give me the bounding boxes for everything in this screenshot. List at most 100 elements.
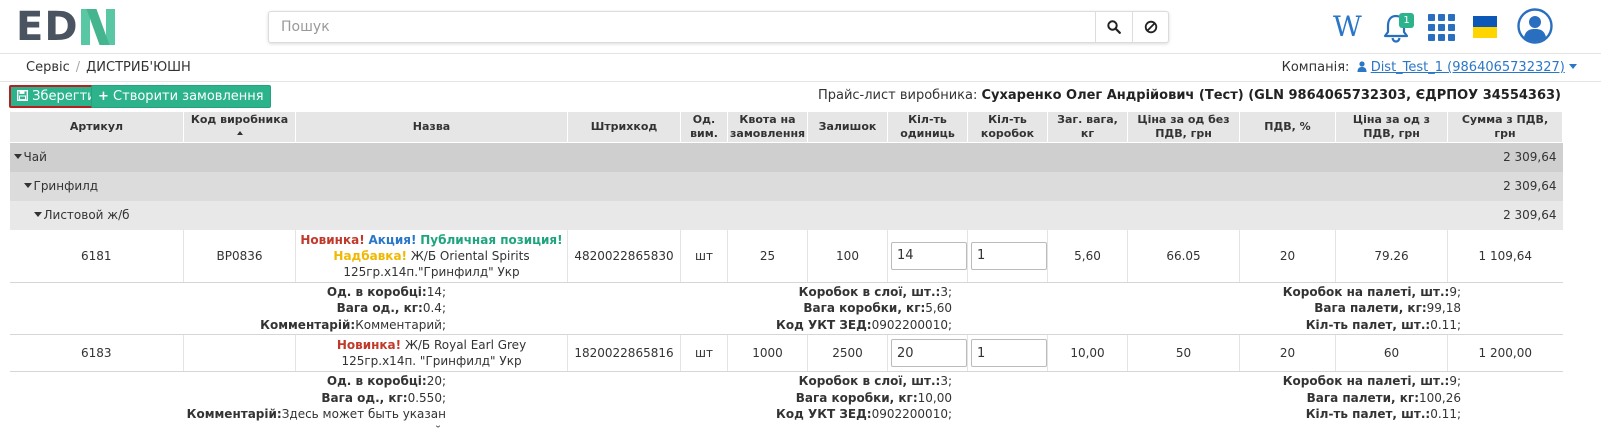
breadcrumb-bar: Сервіс / ДИСТРИБ'ЮШН Компанія: Dist_Test_1… [0, 55, 1601, 82]
qty-boxes-input[interactable] [971, 339, 1047, 367]
col-quota[interactable]: Квота на замовлення [727, 111, 808, 143]
company-dropdown-link[interactable]: Dist_Test_1 (9864065732327) [1371, 60, 1565, 75]
cell-sum-vat: 1 109,64 [1447, 229, 1563, 283]
details-col-3: Коробок на палеті, шт.:9; Вага палети, к… [1282, 374, 1461, 421]
notifications-button[interactable]: 1 [1381, 10, 1417, 46]
toolbar: Зберегти + Створити замовлення Прайс-лис… [0, 82, 1601, 110]
user-avatar-icon[interactable] [1517, 8, 1553, 44]
col-price-no-vat[interactable]: Ціна за од без ПДВ, грн [1127, 111, 1240, 143]
ukraine-flag-icon[interactable] [1473, 16, 1497, 38]
col-qty-boxes[interactable]: Кіл-ть коробок [967, 111, 1048, 143]
cell-vat: 20 [1239, 334, 1336, 372]
breadcrumb: Сервіс / ДИСТРИБ'ЮШН [26, 60, 191, 75]
caret-down-icon[interactable] [23, 183, 32, 188]
cell-maker-code: BP0836 [183, 229, 296, 283]
caret-down-icon[interactable] [13, 154, 22, 160]
col-sum-vat[interactable]: Сумма з ПДВ, грн [1447, 111, 1563, 143]
cell-price-vat: 60 [1335, 334, 1448, 372]
table-row: 6181 BP0836 Новинка! Акция! Публичная по… [9, 229, 1563, 283]
group-sum: 2 309,64 [1447, 142, 1563, 172]
company-label: Компанія: [1281, 60, 1350, 75]
cell-qty-units [887, 334, 968, 372]
create-order-label: Створити замовлення [113, 89, 264, 104]
new-badge: Новинка! [300, 232, 365, 247]
edin-logo[interactable]: ED [16, 4, 118, 50]
qty-boxes-input[interactable] [971, 241, 1047, 270]
group-row-tea[interactable]: Чай 2 309,64 [9, 142, 1563, 172]
table-header-row: Артикул Код виробника Назва Штрихкод Од.… [9, 111, 1563, 143]
cell-barcode: 1820022865816 [567, 334, 681, 372]
cell-price-vat: 79.26 [1335, 229, 1448, 283]
cell-maker-code [183, 334, 296, 372]
apps-grid-icon[interactable] [1428, 14, 1455, 41]
products-table: Артикул Код виробника Назва Штрихкод Од.… [9, 111, 1563, 428]
logo-mark [80, 9, 118, 45]
qty-units-input[interactable] [891, 241, 967, 270]
cell-weight: 5,60 [1047, 229, 1128, 283]
new-badge: Новинка! [336, 338, 402, 352]
search-icon [1107, 20, 1121, 34]
cell-barcode: 4820022865830 [567, 229, 681, 283]
cell-sum-vat: 1 200,00 [1447, 334, 1563, 372]
group-row-brand[interactable]: Гринфилд 2 309,64 [9, 171, 1563, 201]
breadcrumb-item-distribution: ДИСТРИБ'ЮШН [86, 60, 191, 75]
cell-unit: шт [680, 334, 728, 372]
cell-stock: 100 [807, 229, 888, 283]
cell-name: Новинка! Акция! Публичная позиция! Надба… [295, 229, 568, 283]
cell-weight: 10,00 [1047, 334, 1128, 372]
cell-quota: 1000 [727, 334, 808, 372]
col-qty-units[interactable]: Кіл-ть одиниць [887, 111, 968, 143]
details-col-3: Коробок на палеті, шт.:9; Вага палети, к… [1282, 284, 1461, 332]
cell-stock: 2500 [807, 334, 888, 372]
cell-article: 6183 [9, 334, 184, 372]
notifications-count-badge: 1 [1399, 13, 1414, 28]
caret-down-icon[interactable] [1569, 64, 1577, 69]
create-order-button[interactable]: + Створити замовлення [91, 85, 271, 108]
col-barcode[interactable]: Штрихкод [567, 111, 681, 143]
table-row: 6183 Новинка! Ж/Б Royal Earl Grey 125гр.… [9, 334, 1563, 372]
cell-qty-boxes [967, 334, 1048, 372]
search-button[interactable] [1095, 12, 1132, 42]
search-bar [268, 11, 1169, 43]
cell-price-no-vat: 50 [1127, 334, 1240, 372]
save-button[interactable]: Зберегти [9, 85, 104, 108]
floppy-icon [16, 89, 29, 102]
cell-price-no-vat: 66.05 [1127, 229, 1240, 283]
group-row-subcategory[interactable]: Листовой ж/б 2 309,64 [9, 200, 1563, 230]
details-col-1: Од. в коробці:20; Вага од., кг:0.550; Ко… [186, 374, 446, 428]
public-badge: Публичная позиция! [420, 232, 563, 247]
ban-icon [1144, 20, 1158, 34]
clear-search-button[interactable] [1132, 12, 1169, 42]
col-weight[interactable]: Заг. вага, кг [1047, 111, 1128, 143]
search-input[interactable] [269, 12, 1095, 42]
markup-badge: Надбавка! [333, 248, 408, 263]
cell-article: 6181 [9, 229, 184, 283]
details-col-1: Од. в коробці:14; Вага од., кг:0.4; Комм… [260, 284, 446, 332]
col-maker-code[interactable]: Код виробника [183, 111, 296, 143]
pricelist-value: Сухаренко Олег Андрійович (Тест) (GLN 98… [981, 88, 1561, 103]
sort-asc-icon [236, 131, 243, 135]
pricelist-info: Прайс-лист виробника: Сухаренко Олег Анд… [818, 88, 1561, 103]
col-name[interactable]: Назва [295, 111, 568, 143]
company-selector: Компанія: Dist_Test_1 (9864065732327) [1282, 60, 1577, 75]
plus-icon: + [98, 89, 109, 104]
cell-quota: 25 [727, 229, 808, 283]
group-sum: 2 309,64 [1447, 200, 1563, 230]
qty-units-input[interactable] [891, 339, 967, 367]
cell-unit: шт [680, 229, 728, 283]
breadcrumb-item-service[interactable]: Сервіс [26, 60, 70, 75]
col-stock[interactable]: Залишок [807, 111, 888, 143]
col-article[interactable]: Артикул [9, 111, 184, 143]
logo-text: ED [16, 4, 79, 50]
col-vat[interactable]: ПДВ, % [1239, 111, 1336, 143]
col-unit[interactable]: Од. вим. [680, 111, 728, 143]
cell-vat: 20 [1239, 229, 1336, 283]
pricelist-label: Прайс-лист виробника: [817, 88, 978, 103]
promo-badge: Акция! [368, 232, 417, 247]
wiki-icon[interactable]: W [1333, 11, 1362, 43]
details-col-2: Коробок в слої, шт.:3; Вага коробки, кг:… [776, 284, 952, 332]
cell-name: Новинка! Ж/Б Royal Earl Grey 125гр.х14п.… [295, 334, 568, 372]
details-col-2: Коробок в слої, шт.:3; Вага коробки, кг:… [776, 374, 952, 421]
col-price-vat[interactable]: Ціна за од з ПДВ, грн [1335, 111, 1448, 143]
caret-down-icon[interactable] [33, 212, 42, 217]
